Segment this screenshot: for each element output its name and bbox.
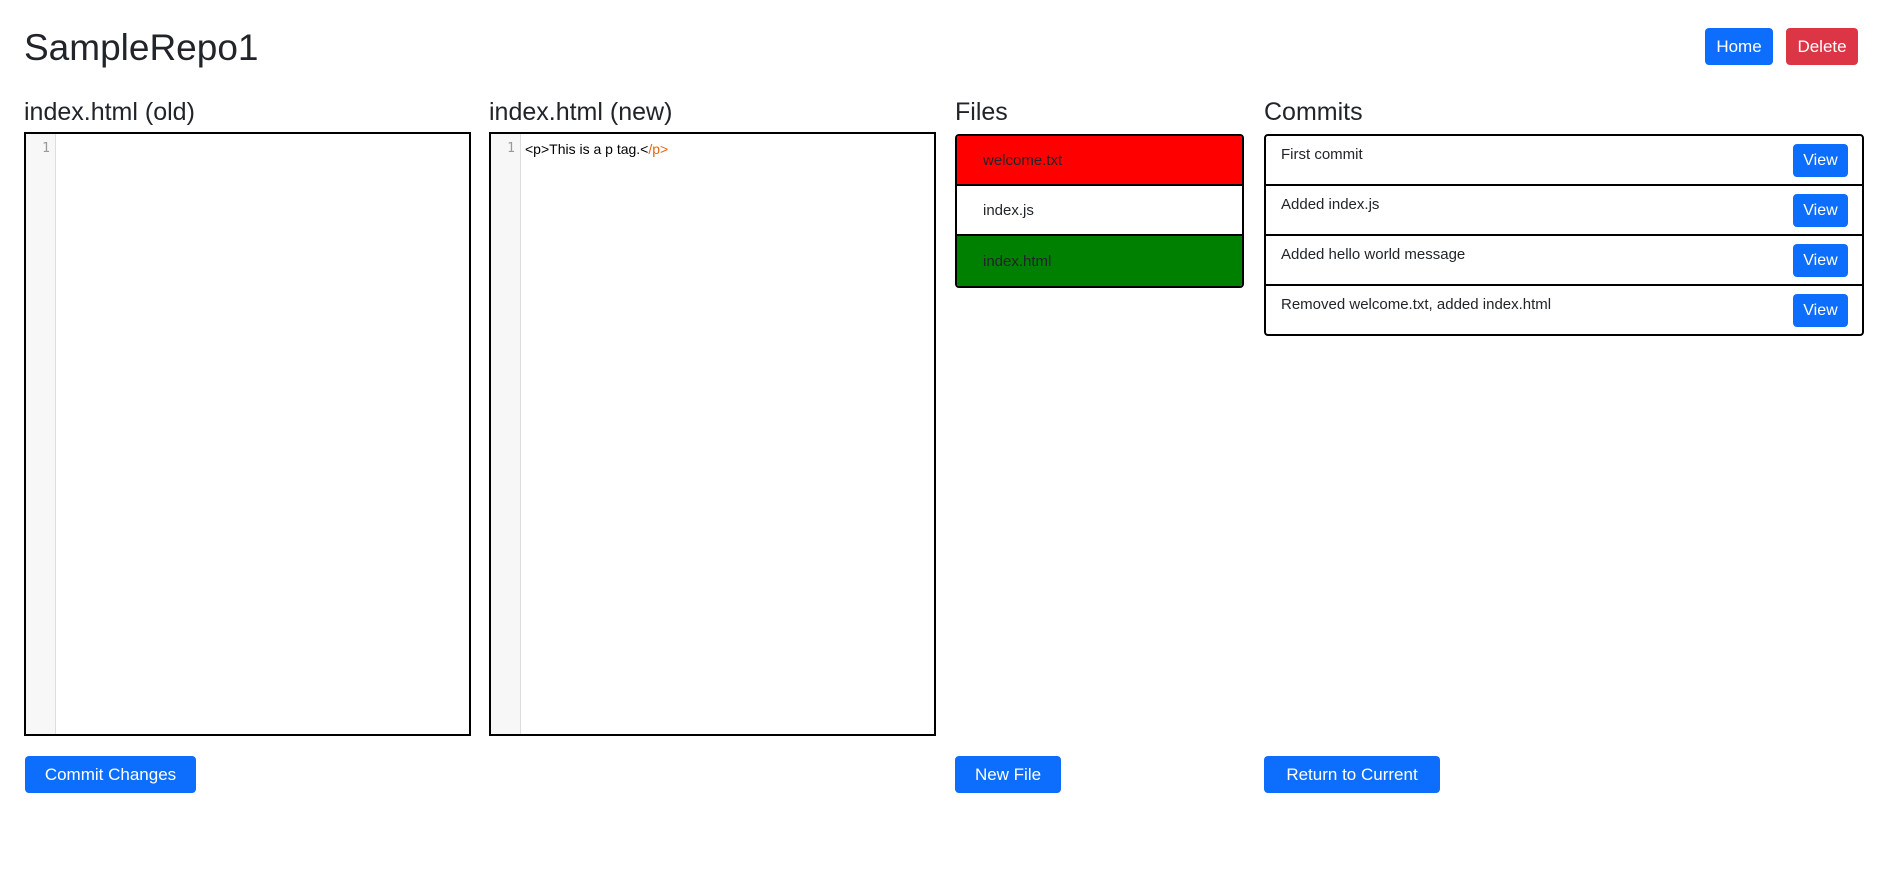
repo-title: SampleRepo1: [24, 27, 259, 68]
new-file-button[interactable]: New File: [955, 756, 1061, 793]
old-file-title: index.html (old): [24, 98, 195, 126]
page-header: SampleRepo1 Home Delete: [24, 24, 1864, 72]
new-file-title: index.html (new): [489, 98, 673, 126]
old-editor-gutter: 1: [26, 134, 56, 734]
code-line: <p>This is a p tag.</p>: [525, 141, 668, 157]
delete-button[interactable]: Delete: [1786, 28, 1858, 65]
view-commit-button[interactable]: View: [1793, 194, 1848, 227]
file-item-index-js[interactable]: index.js: [957, 186, 1242, 236]
view-commit-button[interactable]: View: [1793, 144, 1848, 177]
commit-item: Removed welcome.txt, added index.html Vi…: [1266, 286, 1862, 334]
new-editor-gutter: 1: [491, 134, 521, 734]
line-number: 1: [507, 141, 515, 156]
commits-title: Commits: [1264, 98, 1363, 126]
file-item-index-html[interactable]: index.html: [957, 236, 1242, 286]
commit-item: Added hello world message View: [1266, 236, 1862, 286]
return-to-current-button[interactable]: Return to Current: [1264, 756, 1440, 793]
code-text: <p>This is a p tag.<: [525, 141, 649, 157]
file-item-welcome-txt[interactable]: welcome.txt: [957, 136, 1242, 186]
old-file-editor[interactable]: 1: [24, 132, 471, 736]
commit-message: Added index.js: [1281, 196, 1380, 213]
code-close-tag: /p>: [648, 141, 669, 157]
files-title: Files: [955, 98, 1008, 126]
line-number: 1: [42, 141, 50, 156]
files-list: welcome.txt index.js index.html: [955, 134, 1244, 288]
view-commit-button[interactable]: View: [1793, 294, 1848, 327]
commit-message: First commit: [1281, 146, 1363, 163]
commit-item: First commit View: [1266, 136, 1862, 186]
commit-changes-button[interactable]: Commit Changes: [25, 756, 196, 793]
commit-message: Added hello world message: [1281, 246, 1466, 263]
home-button[interactable]: Home: [1705, 28, 1773, 65]
new-file-editor[interactable]: 1 <p>This is a p tag.</p>: [489, 132, 936, 736]
commit-item: Added index.js View: [1266, 186, 1862, 236]
commits-list: First commit View Added index.js View Ad…: [1264, 134, 1864, 336]
view-commit-button[interactable]: View: [1793, 244, 1848, 277]
commit-message: Removed welcome.txt, added index.html: [1281, 296, 1552, 313]
